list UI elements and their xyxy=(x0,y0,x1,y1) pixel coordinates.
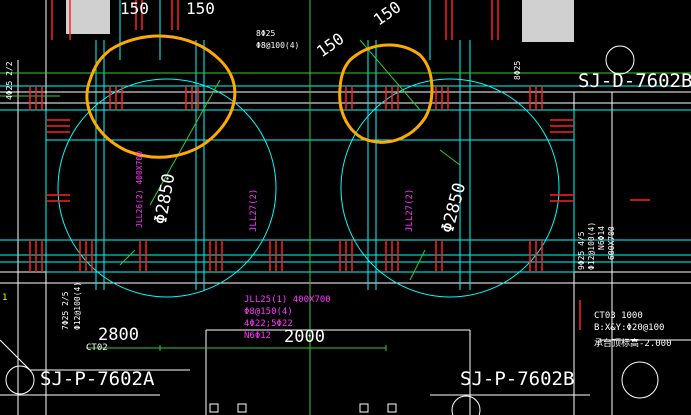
left-beam-2: Φ12@100(4) xyxy=(73,282,82,330)
pile-dia-right: Φ2850 xyxy=(438,181,471,236)
label-sj-p-7602b: SJ-P-7602B xyxy=(460,368,574,390)
left-beam-1: 7Φ25 2/5 xyxy=(61,291,70,330)
top-rebar-2: Φ8@100(4) xyxy=(256,41,299,50)
jll26: JLL26(2) 400X700 xyxy=(135,151,144,228)
ct-right-1: CT03 1000 xyxy=(594,311,643,321)
text-layer: 150 150 150 150 SJ-D-7602B SJ-P-7602A SJ… xyxy=(2,0,691,390)
dim-150-a: 150 xyxy=(120,0,149,18)
pile-dia-left: Φ2850 xyxy=(151,172,180,226)
top-rebar-1: 8Φ25 xyxy=(256,29,275,38)
jll25-line1: JLL25(1) 400X700 xyxy=(244,295,331,305)
right-beam-4: 600X700 xyxy=(607,226,616,260)
dim-150-b: 150 xyxy=(186,0,215,18)
label-sj-p-7602a: SJ-P-7602A xyxy=(40,368,155,390)
ct-left: CT02 xyxy=(86,343,108,353)
dim-150-d: 150 xyxy=(313,29,348,61)
jll27-left: JLL27(2) xyxy=(249,189,259,232)
right-beam-1: 9Φ25 4/5 xyxy=(577,231,586,270)
ct-right-3: 承台顶标高-2.000 xyxy=(594,337,672,349)
right-beam-2: Φ12@100(4) xyxy=(587,222,596,270)
jll27-right: JLL27(2) xyxy=(405,189,415,232)
misc-left: 1 xyxy=(2,293,7,303)
jll25-line2: Φ8@150(4) xyxy=(244,307,293,317)
ct-right-2: B:X&Y:Φ20@100 xyxy=(594,323,664,333)
cad-drawing-canvas[interactable]: 150 150 150 150 SJ-D-7602B SJ-P-7602A SJ… xyxy=(0,0,691,415)
right-beam-3: N6Φ14 xyxy=(597,226,606,250)
label-sj-d-7602b: SJ-D-7602B xyxy=(578,70,691,92)
jll25-line3: 4Φ22;5Φ22 xyxy=(244,319,293,329)
left-vert-rebar: 4Φ25 2/2 xyxy=(5,61,14,100)
right-rebar: 8Φ25 xyxy=(513,61,522,80)
jll25-line4: N6Φ12 xyxy=(244,331,271,341)
dim-2000: 2000 xyxy=(284,327,325,347)
dim-2800: 2800 xyxy=(98,325,139,345)
dim-150-c: 150 xyxy=(370,0,405,29)
